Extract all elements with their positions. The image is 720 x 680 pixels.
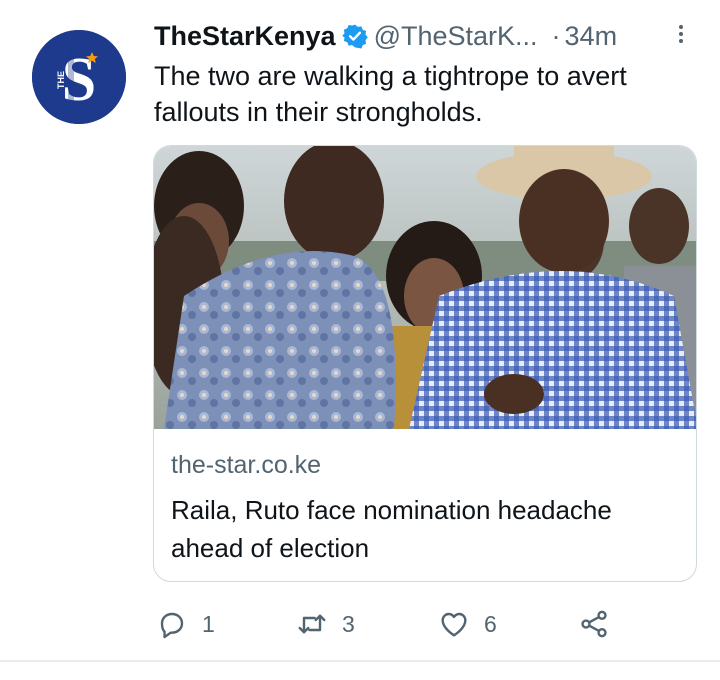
- like-count: 6: [484, 610, 497, 637]
- svg-text:THE: THE: [56, 71, 66, 89]
- handle[interactable]: @TheStarK...: [374, 21, 538, 52]
- card-title: Raila, Ruto face nomination headache ahe…: [171, 495, 612, 563]
- retweet-button[interactable]: 3: [296, 602, 355, 646]
- share-icon: [578, 608, 610, 640]
- heart-icon: [438, 608, 470, 640]
- tweet-header: TheStarKenya @TheStarK... · 34m: [154, 16, 694, 56]
- display-name[interactable]: TheStarKenya: [154, 21, 336, 52]
- reply-button[interactable]: 1: [156, 602, 215, 646]
- verified-badge-icon: [341, 23, 368, 49]
- action-bar: 1 3 6: [154, 602, 694, 646]
- card-image[interactable]: [154, 146, 696, 429]
- reply-count: 1: [202, 610, 215, 637]
- the-star-logo: S THE: [32, 30, 126, 124]
- share-button[interactable]: [578, 602, 610, 646]
- retweet-icon: [296, 608, 328, 640]
- like-button[interactable]: 6: [438, 602, 497, 646]
- link-card[interactable]: the-star.co.ke Raila, Ruto face nominati…: [153, 145, 697, 582]
- timestamp[interactable]: 34m: [565, 21, 618, 52]
- retweet-count: 3: [342, 610, 355, 637]
- tweet[interactable]: S THE TheStarKenya @TheStarK... · 34m Th…: [0, 0, 720, 680]
- tweet-divider: [0, 660, 720, 662]
- more-vertical-icon[interactable]: [676, 22, 686, 50]
- avatar[interactable]: S THE: [32, 30, 126, 124]
- separator-dot: ·: [551, 20, 561, 51]
- card-domain: the-star.co.ke: [171, 451, 322, 479]
- reply-icon: [156, 608, 188, 640]
- tweet-text: The two are walking a tightrope to avert…: [154, 61, 627, 127]
